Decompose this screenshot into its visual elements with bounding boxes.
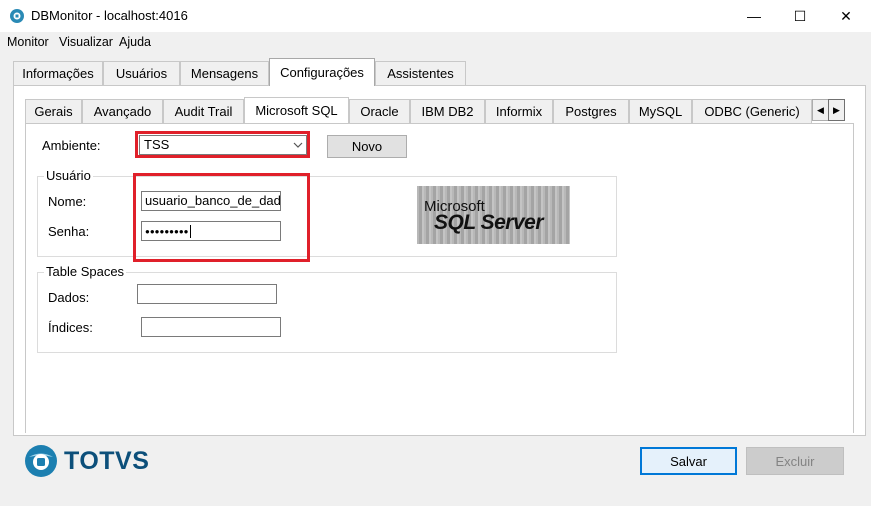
tab-audit-trail[interactable]: Audit Trail	[163, 99, 244, 123]
tab-configuracoes[interactable]: Configurações	[269, 58, 375, 86]
maximize-button[interactable]: ☐	[777, 0, 823, 32]
close-button[interactable]: ✕	[823, 0, 869, 32]
tab-odbc-generic[interactable]: ODBC (Generic)	[692, 99, 812, 123]
tab-informacoes[interactable]: Informações	[13, 61, 103, 85]
tab-mysql[interactable]: MySQL	[629, 99, 692, 123]
sql-server-logo: Microsoft SQL Server	[417, 186, 570, 244]
table-spaces-group-label: Table Spaces	[44, 264, 127, 279]
novo-button[interactable]: Novo	[327, 135, 407, 158]
menu-ajuda[interactable]: Ajuda	[119, 35, 151, 49]
highlight-ambiente-box	[135, 131, 310, 158]
dados-label: Dados:	[48, 290, 90, 305]
table-spaces-group	[37, 272, 617, 353]
tab-scroll-right-icon[interactable]: ▶	[828, 99, 845, 121]
tab-usuarios[interactable]: Usuários	[103, 61, 180, 85]
dados-input[interactable]	[137, 284, 277, 304]
senha-label: Senha:	[48, 224, 90, 239]
ambiente-label: Ambiente:	[42, 138, 101, 153]
indices-label: Índices:	[48, 320, 93, 335]
tab-postgres[interactable]: Postgres	[553, 99, 629, 123]
totvs-brand-text: TOTVS	[64, 447, 150, 475]
tab-scroll-left-icon[interactable]: ◀	[812, 99, 829, 121]
indices-input[interactable]	[141, 317, 281, 337]
menu-monitor[interactable]: Monitor	[7, 35, 49, 49]
tab-assistentes[interactable]: Assistentes	[375, 61, 466, 85]
highlight-credentials-box	[133, 173, 310, 262]
nome-label: Nome:	[48, 194, 87, 209]
salvar-button[interactable]: Salvar	[640, 447, 737, 475]
usuario-group-label: Usuário	[44, 168, 93, 183]
menu-visualizar[interactable]: Visualizar	[59, 35, 113, 49]
tab-gerais[interactable]: Gerais	[25, 99, 82, 123]
excluir-button[interactable]: Excluir	[746, 447, 844, 475]
tab-informix[interactable]: Informix	[485, 99, 553, 123]
minimize-button[interactable]: —	[731, 0, 777, 32]
tab-microsoft-sql[interactable]: Microsoft SQL	[244, 97, 349, 123]
tab-oracle[interactable]: Oracle	[349, 99, 410, 123]
logo-line2: SQL Server	[434, 211, 544, 234]
tab-mensagens[interactable]: Mensagens	[180, 61, 269, 85]
tab-ibm-db2[interactable]: IBM DB2	[410, 99, 485, 123]
tab-avancado[interactable]: Avançado	[82, 99, 163, 123]
app-icon	[9, 8, 25, 24]
totvs-logo-icon	[24, 444, 58, 478]
window-title: DBMonitor - localhost:4016	[31, 8, 188, 23]
